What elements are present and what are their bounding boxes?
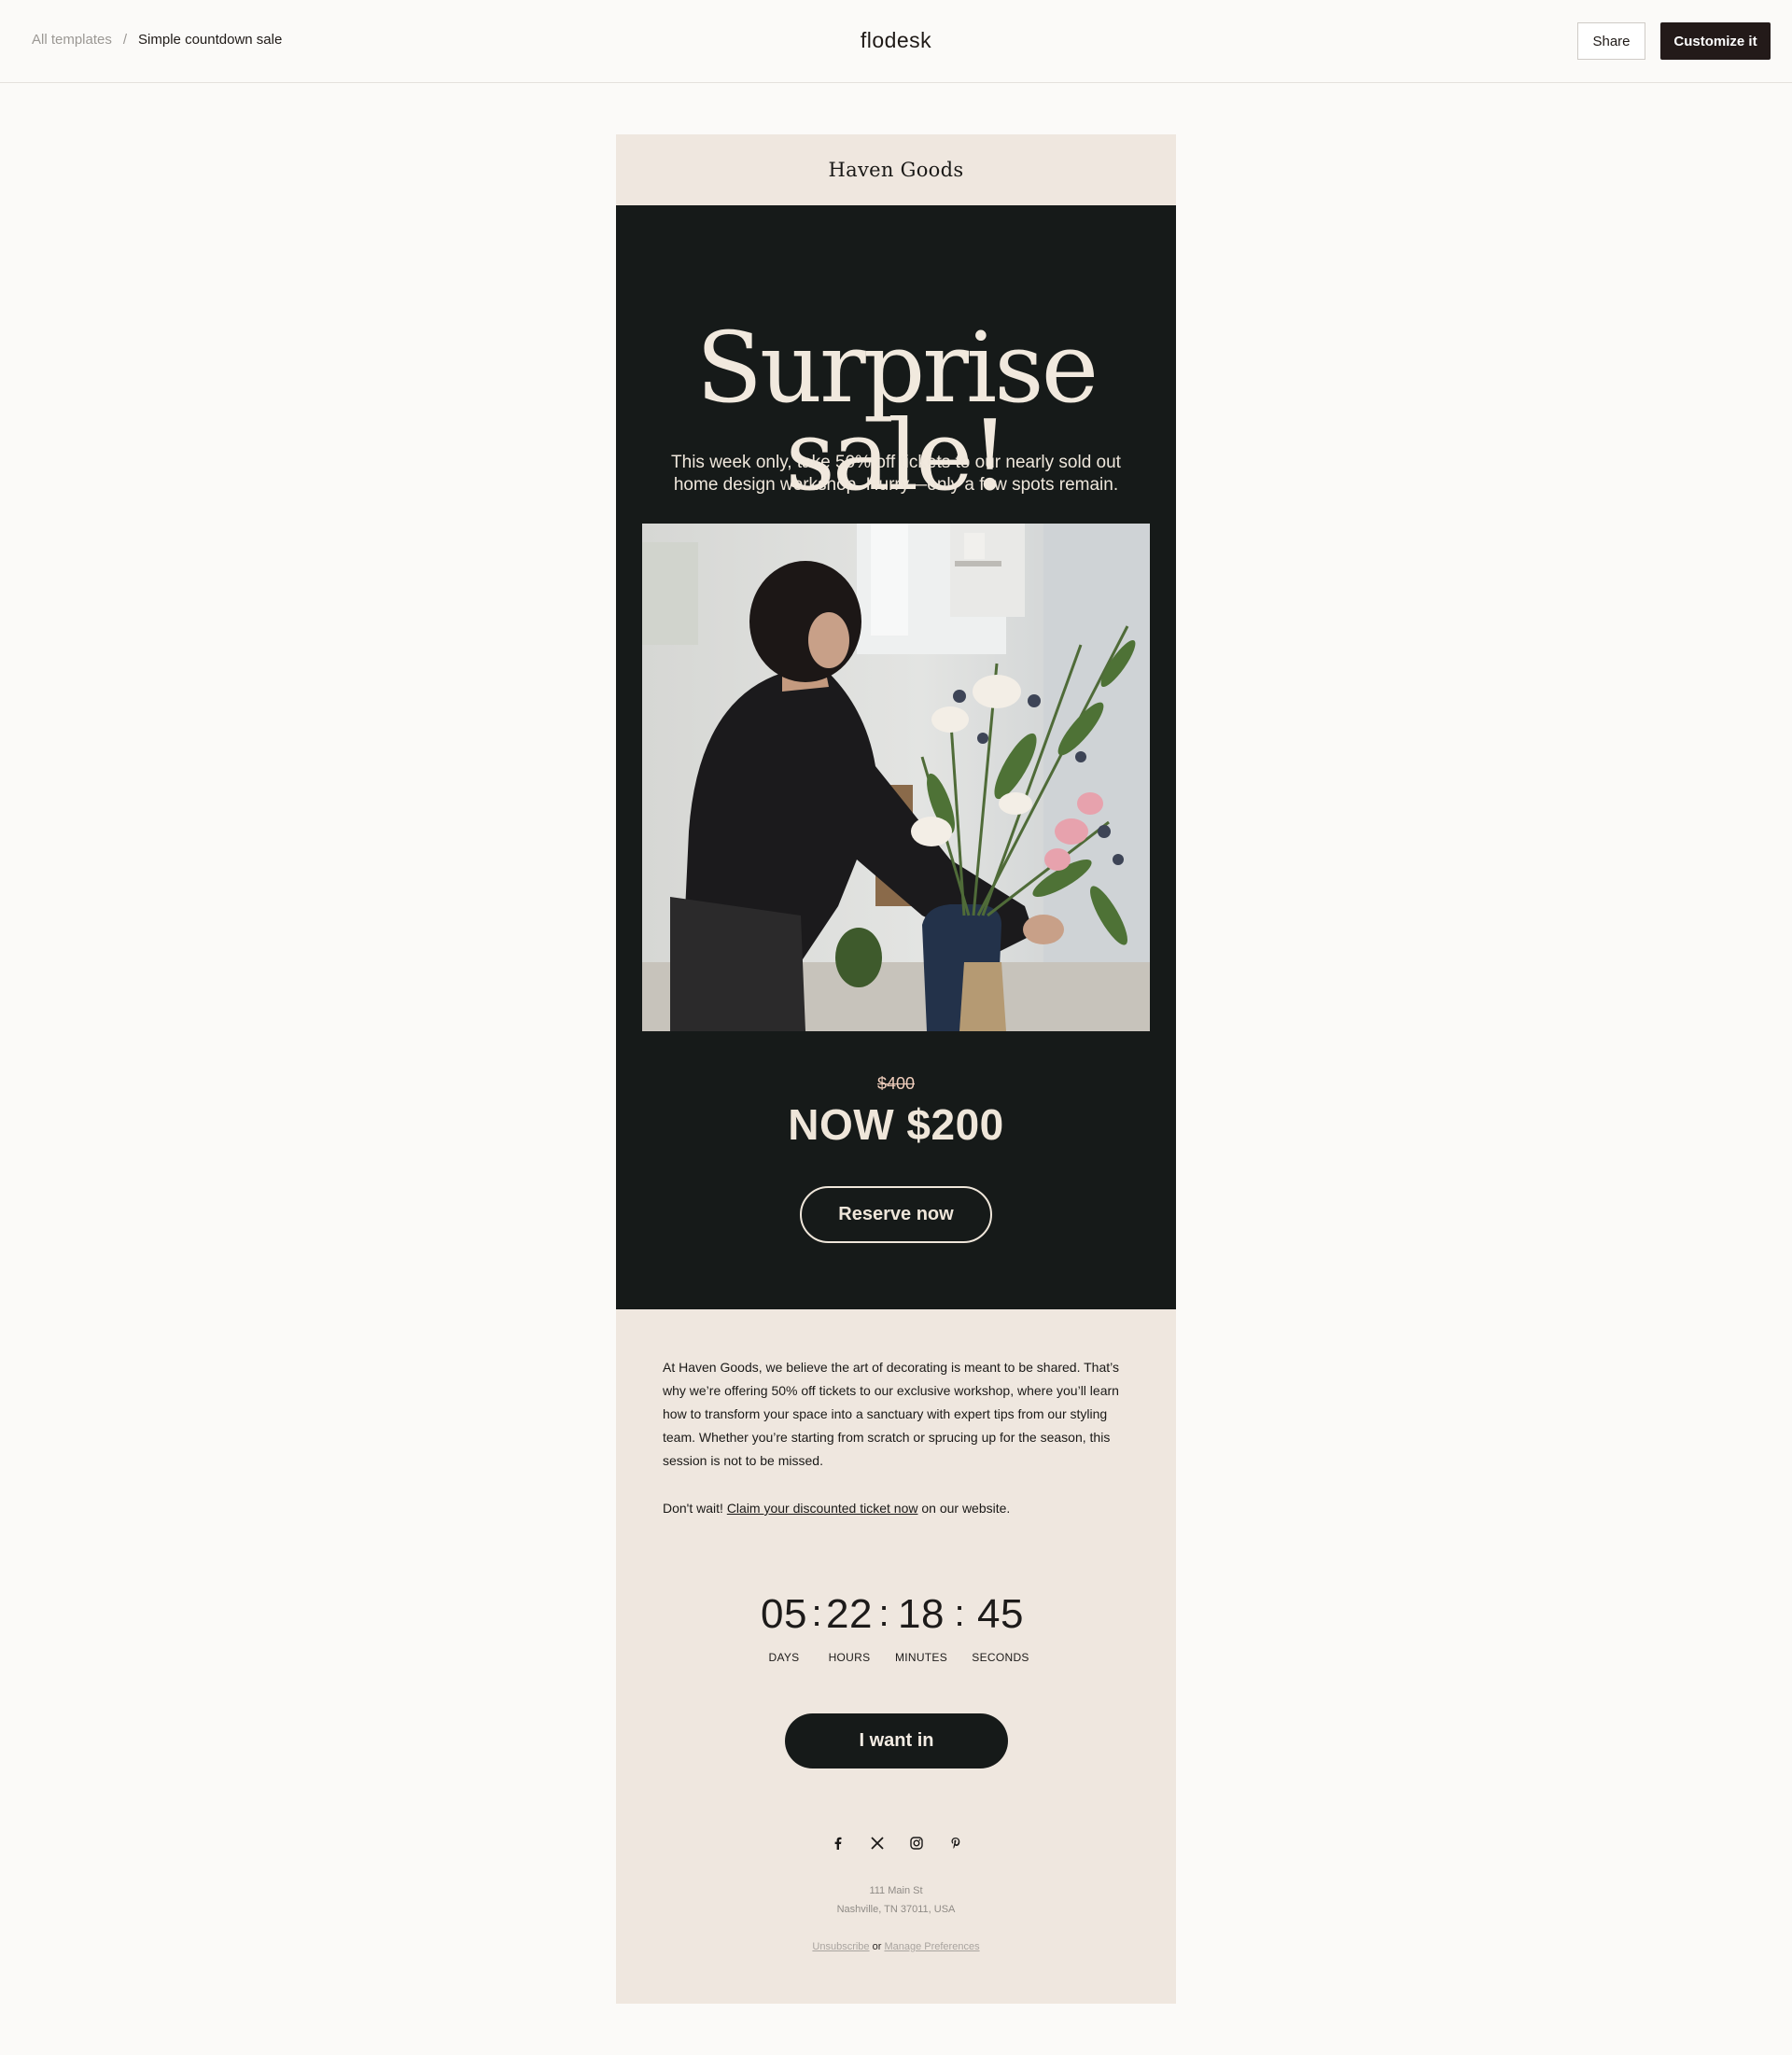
social-links: [616, 1834, 1176, 1852]
footer-links: Unsubscribe or Manage Preferences: [616, 1941, 1176, 1952]
hero-section: Surprise sale! This week only, take 50% …: [616, 205, 1176, 1309]
body-section: At Haven Goods, we believe the art of de…: [616, 1309, 1176, 2004]
countdown-seconds: 45: [977, 1591, 1024, 1637]
flodesk-logo[interactable]: flodesk: [0, 28, 1792, 53]
manage-preferences-link[interactable]: Manage Preferences: [884, 1941, 979, 1952]
email-preview: Haven Goods Surprise sale! This week onl…: [616, 134, 1176, 2004]
pinterest-icon[interactable]: [946, 1834, 965, 1852]
claim-ticket-link[interactable]: Claim your discounted ticket now: [727, 1501, 918, 1516]
countdown-timer: 05 : 22 : 18 : 45 DAYS HOURS MINUTES SEC…: [616, 1591, 1176, 1675]
woman-arranging-flowers-photo: [642, 524, 1150, 1031]
body-paragraph-2: Don't wait! Claim your discounted ticket…: [663, 1497, 1139, 1520]
brand-name: Haven Goods: [828, 159, 964, 181]
address-line-2: Nashville, TN 37011, USA: [836, 1904, 956, 1915]
instagram-icon[interactable]: [907, 1834, 926, 1852]
reserve-now-button[interactable]: Reserve now: [800, 1186, 992, 1243]
footer-or: or: [869, 1941, 885, 1952]
sale-price: NOW $200: [788, 1100, 1004, 1149]
x-icon[interactable]: [868, 1834, 887, 1852]
countdown-seconds-label: SECONDS: [972, 1651, 1029, 1664]
body-paragraph-1: At Haven Goods, we believe the art of de…: [663, 1360, 1119, 1468]
customize-button[interactable]: Customize it: [1660, 22, 1771, 60]
share-button[interactable]: Share: [1577, 22, 1645, 60]
top-bar: All templates / Simple countdown sale fl…: [0, 0, 1792, 83]
p2-text-after: on our website.: [917, 1501, 1011, 1516]
hero-subtitle: This week only, take 50% off tickets to …: [671, 453, 1121, 495]
p2-text-before: Don't wait!: [663, 1501, 727, 1516]
hero-photo: [642, 524, 1150, 1031]
address: 111 Main St Nashville, TN 37011, USA: [616, 1881, 1176, 1919]
countdown-minutes: 18: [898, 1591, 945, 1637]
i-want-in-button[interactable]: I want in: [785, 1713, 1008, 1768]
original-price: $400: [876, 1074, 916, 1093]
unsubscribe-link[interactable]: Unsubscribe: [812, 1941, 869, 1952]
address-line-1: 111 Main St: [869, 1885, 923, 1896]
email-header: Haven Goods: [616, 134, 1176, 205]
facebook-icon[interactable]: [829, 1834, 847, 1852]
